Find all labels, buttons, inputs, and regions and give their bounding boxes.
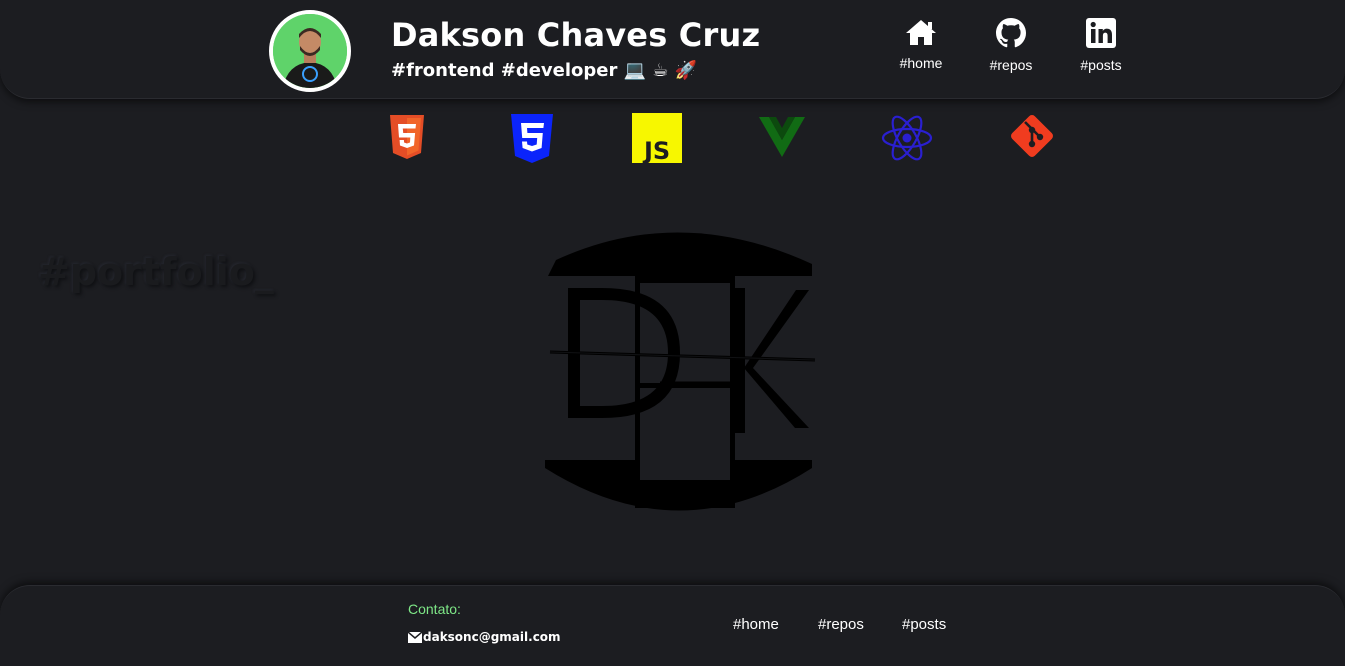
nav-repos-label: #repos [989, 57, 1033, 73]
github-icon [996, 18, 1026, 48]
home-icon [906, 20, 936, 45]
dk-logo [540, 228, 820, 532]
vue-icon [759, 113, 805, 165]
site-header: Dakson Chaves Cruz #frontend #developer … [0, 0, 1345, 99]
linkedin-icon [1086, 18, 1116, 48]
envelope-icon [407, 631, 423, 643]
nav-posts-label: #posts [1080, 57, 1122, 73]
nav-posts[interactable]: #posts [1061, 18, 1141, 73]
email-text: daksonc@gmail.com [423, 630, 561, 644]
javascript-icon: JS [632, 113, 682, 165]
svg-text:JS: JS [642, 137, 670, 163]
tagline: #frontend #developer 💻 ☕ 🚀 [391, 60, 698, 81]
nav-repos[interactable]: #repos [971, 18, 1051, 73]
page-title: Dakson Chaves Cruz [391, 16, 761, 54]
html5-icon [388, 113, 426, 165]
footer-link-home[interactable]: #home [733, 616, 779, 633]
footer-link-repos[interactable]: #repos [818, 616, 864, 633]
email-link[interactable]: daksonc@gmail.com [407, 630, 561, 644]
contact-label: Contato: [408, 601, 461, 617]
footer-link-posts[interactable]: #posts [902, 616, 946, 633]
react-icon [881, 113, 933, 165]
portfolio-watermark: #portfolio_ [38, 250, 274, 294]
css3-icon [509, 113, 555, 165]
git-icon [1009, 113, 1055, 165]
avatar [269, 10, 351, 92]
nav-home-label: #home [899, 55, 943, 71]
nav-home[interactable]: #home [881, 18, 961, 71]
